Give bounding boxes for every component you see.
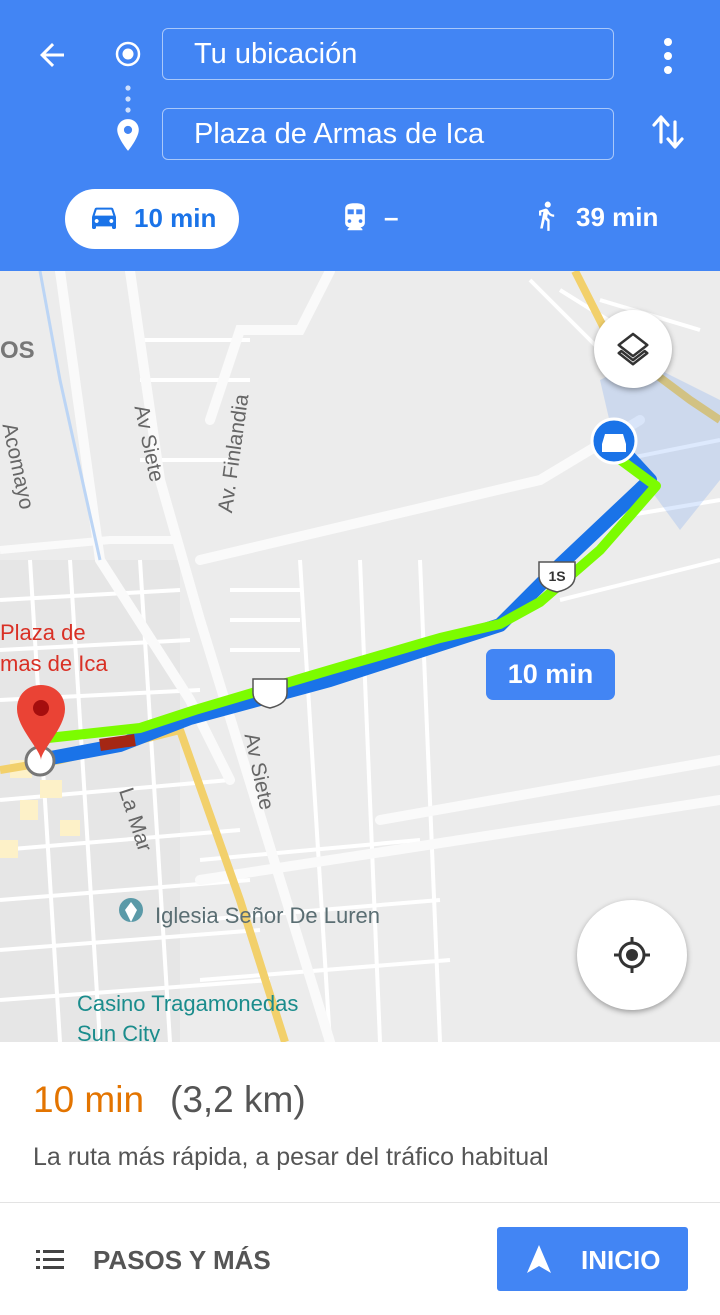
destination-input[interactable]: Plaza de Armas de Ica [162, 108, 614, 160]
start-label: INICIO [581, 1245, 661, 1275]
steps-button[interactable]: PASOS Y MÁS [20, 1232, 310, 1288]
my-location-icon [612, 935, 652, 975]
mode-drive-tab[interactable]: 10 min [65, 189, 239, 249]
navigation-arrow-icon [526, 1244, 552, 1274]
route-dots [124, 84, 132, 114]
map-view[interactable]: 1S OS Acomayo Av Siete Av. Finlandia Pla… [0, 271, 720, 1042]
walk-icon [532, 200, 560, 236]
route-time-bubble[interactable]: 10 min [486, 649, 615, 700]
back-arrow-icon[interactable] [34, 37, 70, 73]
map-label-os: OS [0, 337, 35, 364]
mode-transit-tab[interactable]: – [340, 195, 420, 241]
svg-text:1S: 1S [548, 568, 565, 584]
walk-time: 39 min [576, 202, 659, 232]
map-label-casino-1: Casino Tragamonedas [77, 991, 299, 1016]
map-label-iglesia: Iglesia Señor De Luren [155, 903, 381, 928]
layers-button[interactable] [594, 310, 672, 388]
swap-icon[interactable] [650, 112, 686, 152]
start-button[interactable]: INICIO [497, 1227, 688, 1291]
more-vert-icon[interactable] [653, 36, 683, 76]
directions-header: Tu ubicación Plaza de Armas de Ica 10 mi… [0, 0, 720, 271]
sheet-divider [0, 1202, 720, 1203]
my-location-button[interactable] [577, 900, 687, 1010]
train-icon [340, 202, 370, 234]
origin-input[interactable]: Tu ubicación [162, 28, 614, 80]
steps-label: PASOS Y MÁS [93, 1245, 271, 1275]
map-label-plaza-2: mas de Ica [0, 651, 108, 676]
car-icon [88, 204, 120, 234]
map-label-casino-2: Sun City [77, 1021, 161, 1042]
drive-time: 10 min [134, 203, 217, 233]
summary-distance: (3,2 km) [170, 1079, 306, 1120]
origin-dot-icon [115, 41, 141, 67]
transit-time: – [384, 202, 399, 232]
summary-time: 10 min [33, 1079, 145, 1120]
mode-walk-tab[interactable]: 39 min [532, 195, 672, 241]
list-icon [36, 1248, 64, 1272]
destination-pin-icon [114, 118, 142, 152]
map-label-plaza-1: Plaza de [0, 620, 86, 645]
layers-icon [614, 330, 652, 368]
summary-description: La ruta más rápida, a pesar del tráfico … [33, 1143, 549, 1171]
